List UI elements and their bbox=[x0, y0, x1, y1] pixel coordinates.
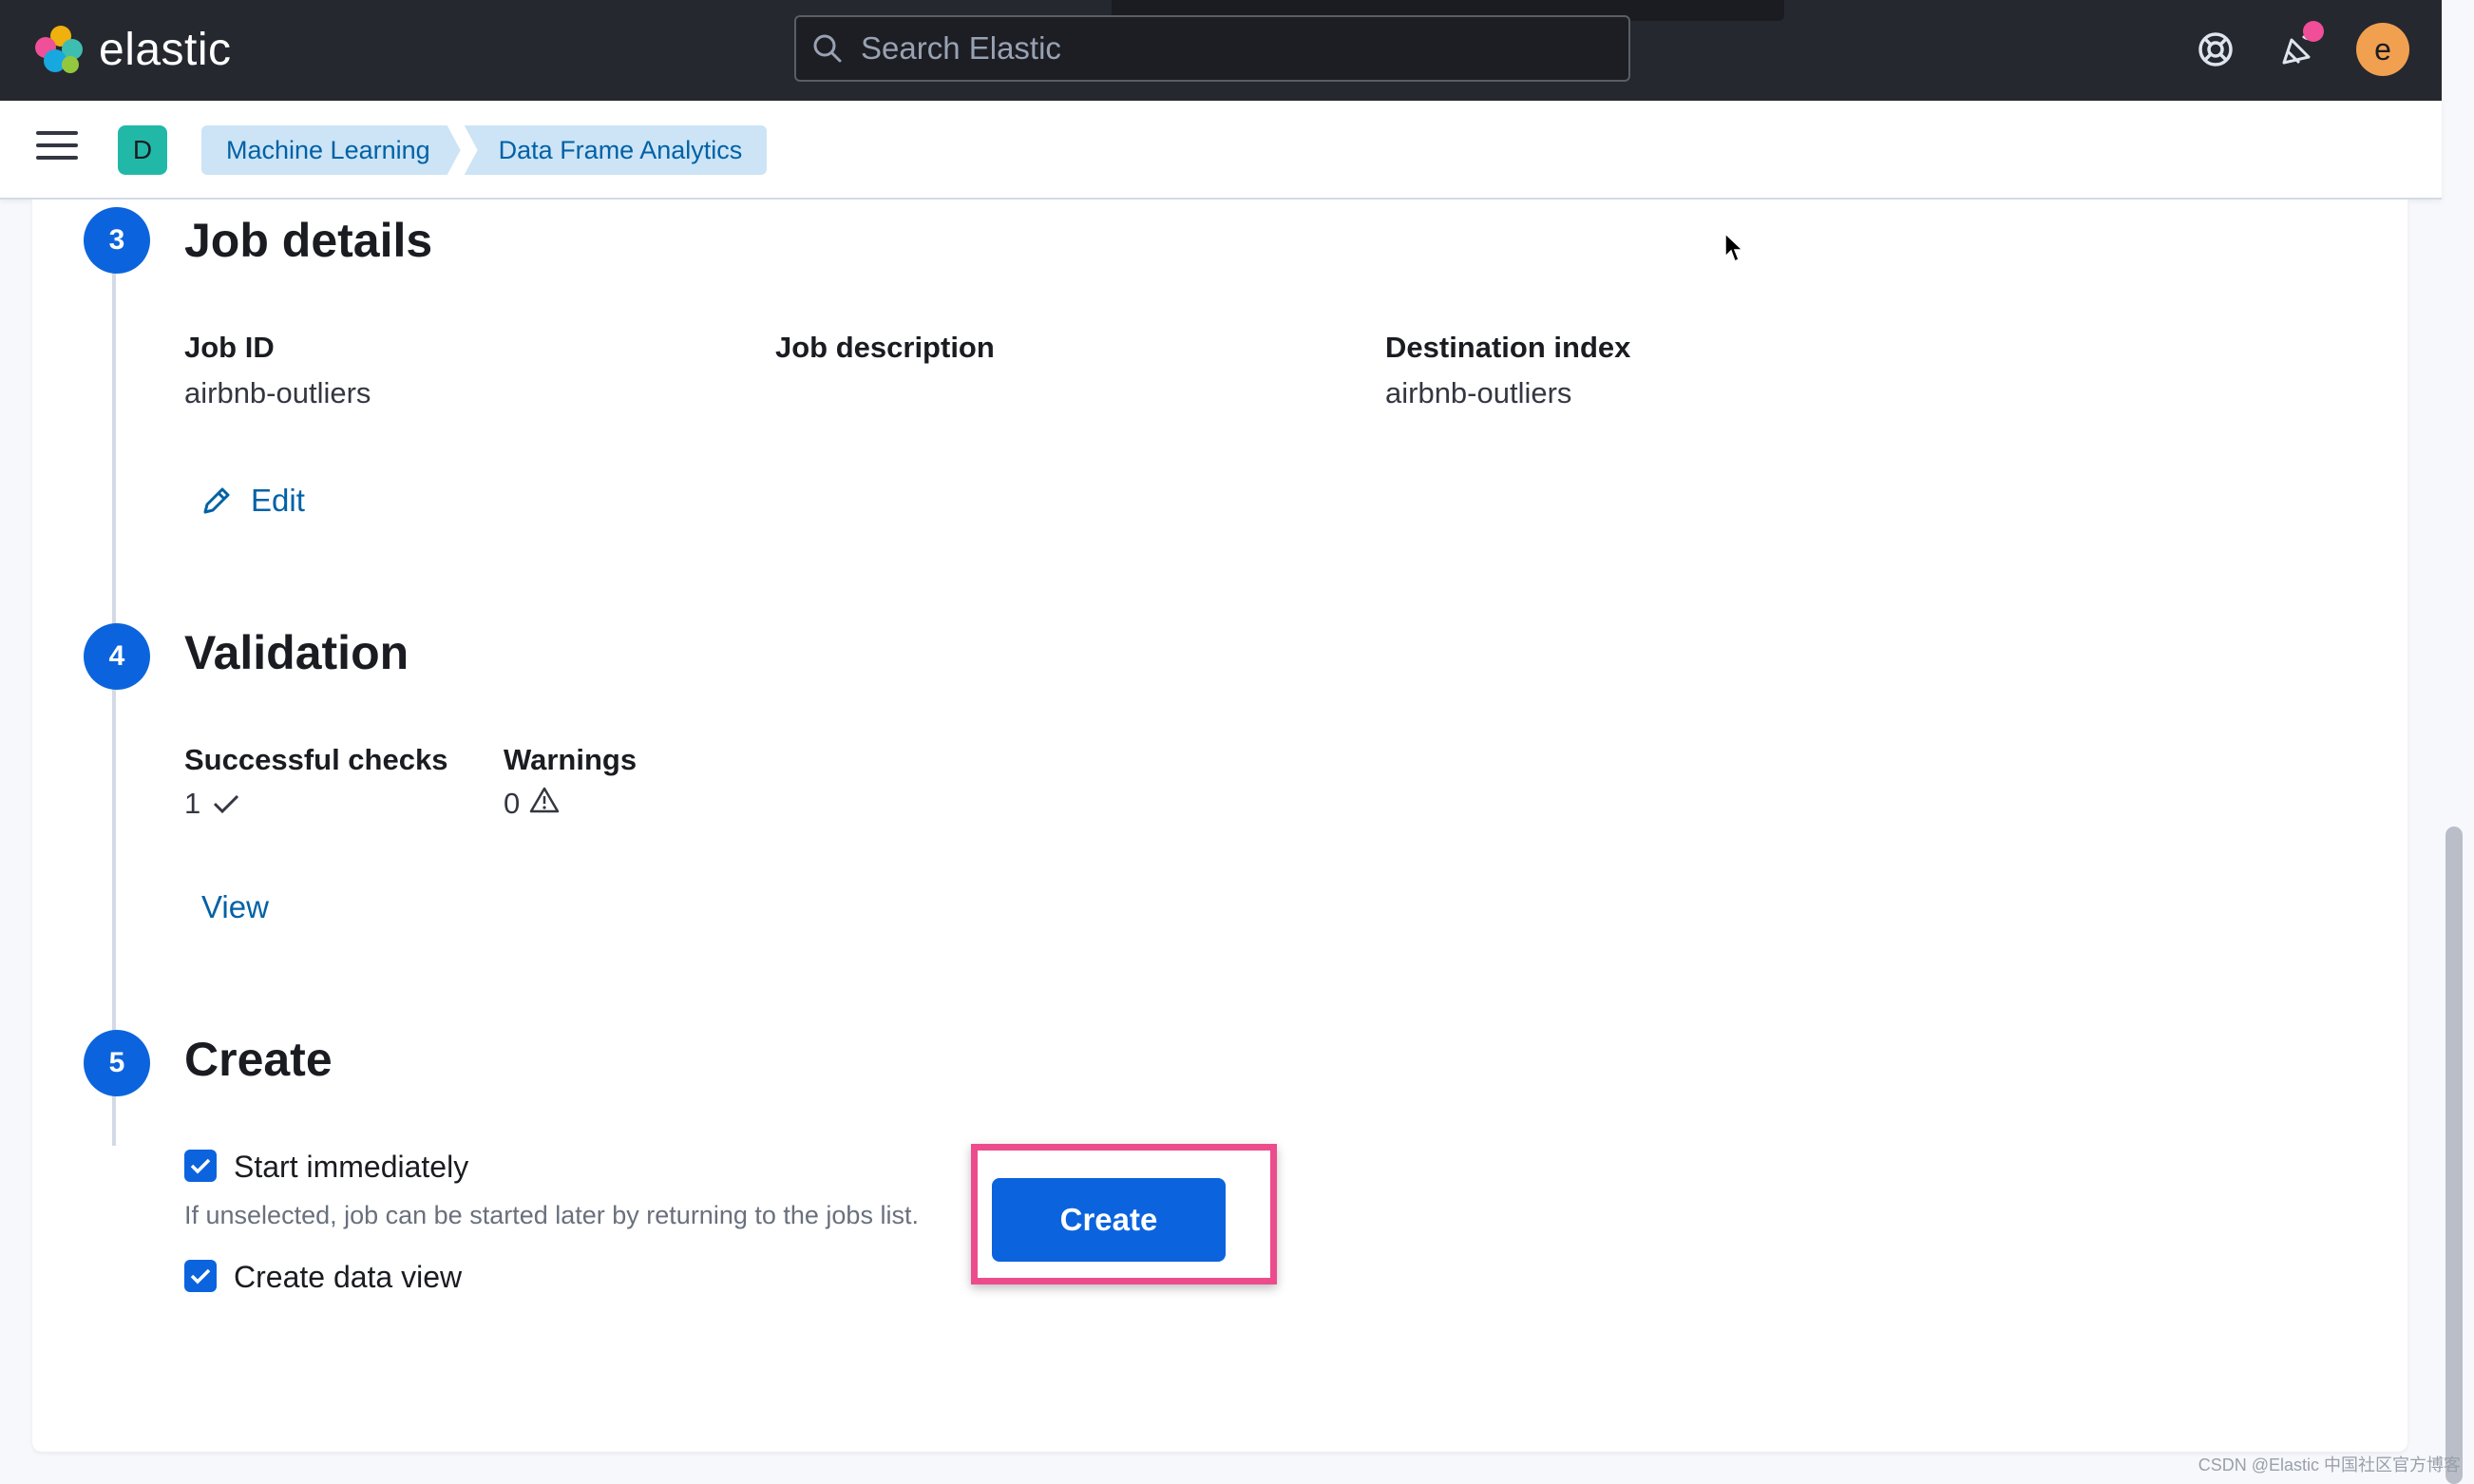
job-id-label: Job ID bbox=[184, 331, 275, 364]
step-title-create: Create bbox=[184, 1033, 333, 1086]
warnings: 0 bbox=[504, 787, 560, 821]
create-button[interactable]: Create bbox=[992, 1178, 1226, 1262]
successful-checks-value: 1 bbox=[184, 787, 201, 820]
step-number-5: 5 bbox=[84, 1030, 150, 1096]
search-icon bbox=[813, 34, 842, 63]
steps-rail bbox=[112, 243, 116, 1146]
step-title-validation: Validation bbox=[184, 626, 409, 679]
warnings-label: Warnings bbox=[504, 743, 638, 776]
step-number-4: 4 bbox=[84, 623, 150, 690]
help-icon bbox=[2198, 32, 2233, 67]
view-button[interactable]: View bbox=[201, 889, 269, 925]
help-button[interactable] bbox=[2191, 25, 2240, 74]
hamburger-icon bbox=[36, 131, 78, 135]
job-description-label: Job description bbox=[775, 331, 995, 364]
top-header: elastic e bbox=[0, 0, 2442, 101]
breadcrumb: Machine Learning Data Frame Analytics bbox=[201, 125, 768, 175]
sub-header: D Machine Learning Data Frame Analytics bbox=[0, 101, 2442, 200]
check-icon bbox=[214, 794, 239, 814]
notification-dot bbox=[2303, 21, 2324, 42]
successful-checks: 1 bbox=[184, 787, 240, 821]
page-scrollbar[interactable] bbox=[2445, 827, 2463, 1484]
destination-index-value: airbnb-outliers bbox=[1385, 376, 1572, 409]
hamburger-line bbox=[36, 156, 78, 160]
destination-index-label: Destination index bbox=[1385, 331, 1631, 364]
step-title-job-details: Job details bbox=[184, 214, 433, 267]
breadcrumb-machine-learning[interactable]: Machine Learning bbox=[201, 125, 461, 175]
start-immediately-label[interactable]: Start immediately bbox=[234, 1150, 468, 1185]
breadcrumb-data-frame-analytics[interactable]: Data Frame Analytics bbox=[464, 125, 768, 175]
warning-icon bbox=[530, 787, 560, 813]
search-input[interactable] bbox=[861, 30, 1583, 67]
hamburger-line bbox=[36, 143, 78, 147]
checkmark-icon bbox=[190, 1158, 211, 1174]
successful-checks-label: Successful checks bbox=[184, 743, 448, 776]
pencil-icon bbox=[203, 487, 230, 514]
mouse-cursor-icon bbox=[1724, 232, 1744, 263]
job-id-value: airbnb-outliers bbox=[184, 376, 371, 409]
checkmark-icon bbox=[190, 1268, 211, 1284]
search-bar[interactable] bbox=[794, 15, 1630, 82]
start-immediately-help: If unselected, job can be started later … bbox=[184, 1201, 919, 1229]
edit-button[interactable]: Edit bbox=[200, 483, 305, 519]
warnings-value: 0 bbox=[504, 787, 521, 820]
elastic-logo-icon bbox=[35, 26, 83, 73]
user-avatar[interactable]: e bbox=[2356, 23, 2409, 76]
start-immediately-checkbox[interactable] bbox=[184, 1150, 217, 1182]
step-number-3: 3 bbox=[84, 207, 150, 274]
menu-toggle-button[interactable] bbox=[36, 131, 78, 169]
brand-name: elastic bbox=[99, 24, 232, 75]
watermark: CSDN @Elastic 中国社区官方博客 bbox=[2198, 1455, 2461, 1474]
create-data-view-label[interactable]: Create data view bbox=[234, 1260, 462, 1295]
create-data-view-checkbox[interactable] bbox=[184, 1260, 217, 1292]
edit-label: Edit bbox=[251, 483, 305, 518]
space-avatar[interactable]: D bbox=[118, 125, 167, 175]
elastic-logo[interactable]: elastic bbox=[32, 21, 232, 78]
